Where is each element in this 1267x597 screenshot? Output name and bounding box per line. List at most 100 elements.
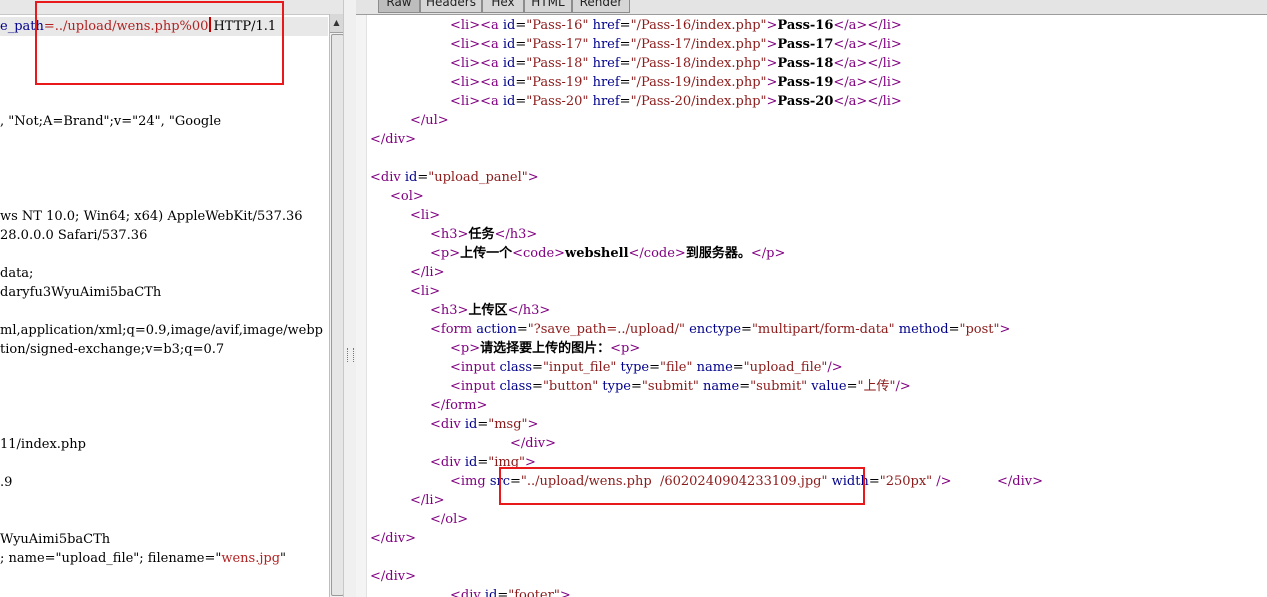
response-viewer[interactable]: Raw Headers Hex HTML Render <li><a id="P… [356, 0, 1267, 597]
response-line: <li><a id="Pass-19" href="/Pass-19/index… [450, 73, 902, 92]
source-token: = [515, 56, 527, 71]
source-token: "input_file" [542, 360, 617, 375]
source-token: </a></li> [833, 75, 902, 90]
source-token: <div [450, 588, 485, 597]
source-token: 任务 [468, 227, 495, 242]
source-token: = [739, 379, 751, 394]
tab-html[interactable]: HTML [524, 0, 572, 13]
source-token: </li> [410, 265, 445, 280]
response-line: <div id="upload_panel"> [370, 168, 539, 187]
response-line: <h3>任务</h3> [430, 225, 537, 244]
source-token: = [649, 360, 660, 375]
response-line: </div> [370, 529, 416, 548]
source-token: </ol> [430, 512, 469, 527]
source-token: "Pass-20" [526, 94, 589, 109]
source-token: <a [480, 56, 503, 71]
source-token: <a [480, 94, 503, 109]
splitter-grip-icon[interactable] [347, 348, 354, 362]
source-token: id [464, 417, 478, 432]
source-token: class [499, 379, 533, 394]
source-token: = [532, 360, 543, 375]
source-token: = [619, 37, 631, 52]
source-token: id [502, 56, 516, 71]
source-token: > [766, 56, 778, 71]
source-token: "/Pass-20/index.php" [630, 94, 767, 109]
response-line: <div id="footer"> [450, 586, 571, 597]
source-token: </ul> [410, 113, 449, 128]
source-token: id [502, 18, 516, 33]
scroll-up-arrow-icon[interactable]: ▲ [330, 14, 343, 33]
response-line: </ol> [430, 510, 468, 529]
source-token: = [741, 322, 752, 337]
source-token: > [527, 417, 539, 432]
response-line: <input class="button" type="submit" name… [450, 377, 911, 396]
tab-headers[interactable]: Headers [420, 0, 482, 13]
source-token: > [999, 322, 1011, 337]
request-token: , "Not;A=Brand";v="24", "Google [0, 114, 222, 129]
source-token: > [766, 94, 778, 109]
request-token: 11/index.php [0, 437, 86, 452]
source-token: <div [430, 417, 465, 432]
pane-splitter[interactable] [343, 0, 357, 597]
tab-hex[interactable]: Hex [482, 0, 524, 13]
source-token: Pass-19 [777, 75, 834, 90]
source-token: "post" [959, 322, 1000, 337]
response-line: <form action="?save_path=../upload/" enc… [430, 320, 1010, 339]
source-token: id [502, 37, 516, 52]
request-line: ws NT 10.0; Win64; x64) AppleWebKit/537.… [0, 207, 303, 226]
response-line: <div id="msg"> [430, 415, 538, 434]
source-token: = [619, 94, 631, 109]
source-token: <code> [512, 246, 566, 261]
request-scrollbar[interactable]: ▲ [329, 14, 344, 597]
source-token: href [588, 94, 620, 109]
source-token: "/Pass-19/index.php" [630, 75, 767, 90]
source-token: <li> [410, 284, 441, 299]
source-token: Pass-18 [777, 56, 834, 71]
source-token: "Pass-17" [526, 37, 589, 52]
response-line: <p>请选择要上传的图片：<p> [450, 339, 640, 358]
source-token: type [616, 360, 650, 375]
source-token: "上传" [857, 379, 896, 394]
source-token: </a></li> [833, 18, 902, 33]
source-token: Pass-20 [777, 94, 834, 109]
source-token: "button" [542, 379, 599, 394]
source-token: = [846, 379, 858, 394]
source-token: = [515, 18, 527, 33]
request-line: .9 [0, 473, 12, 492]
source-token: type [598, 379, 631, 394]
source-token: "/Pass-16/index.php" [630, 18, 767, 33]
tab-render[interactable]: Render [572, 0, 630, 13]
request-editor[interactable]: e_path=../upload/wens.php%00 HTTP/1.1, "N… [0, 0, 328, 597]
source-token: = [732, 360, 744, 375]
source-token: "file" [660, 360, 693, 375]
source-token: Pass-17 [777, 37, 834, 52]
source-token: = [515, 94, 527, 109]
source-token: = [619, 56, 631, 71]
source-token: "?save_path=../upload/" [527, 322, 685, 337]
source-token: = [477, 455, 489, 470]
source-token: "msg" [488, 417, 528, 432]
source-token: </div> [997, 474, 1044, 489]
source-token: <li> [450, 56, 481, 71]
response-line: <li> [410, 206, 440, 225]
source-token: <input [450, 360, 500, 375]
source-token: <li> [410, 208, 441, 223]
source-token: name [698, 379, 740, 394]
source-token: > [527, 170, 539, 185]
request-line: 11/index.php [0, 435, 86, 454]
response-line: <h3>上传区</h3> [430, 301, 550, 320]
response-line: <li> [410, 282, 440, 301]
response-line: </li> [410, 491, 444, 510]
source-token: </form> [430, 398, 488, 413]
source-token: </div> [370, 531, 416, 546]
response-line: <ol> [390, 187, 424, 206]
source-token: href [588, 75, 620, 90]
source-token: <a [480, 18, 503, 33]
request-token: ml,application/xml;q=0.9,image/avif,imag… [0, 323, 323, 338]
tab-raw[interactable]: Raw [378, 0, 420, 13]
request-token: daryfu3WyuAimi5baCTh [0, 285, 162, 300]
source-token: "Pass-16" [526, 18, 589, 33]
source-token: = [619, 75, 631, 90]
request-token: wens.jpg [221, 551, 281, 566]
source-token: 上传区 [468, 303, 508, 318]
